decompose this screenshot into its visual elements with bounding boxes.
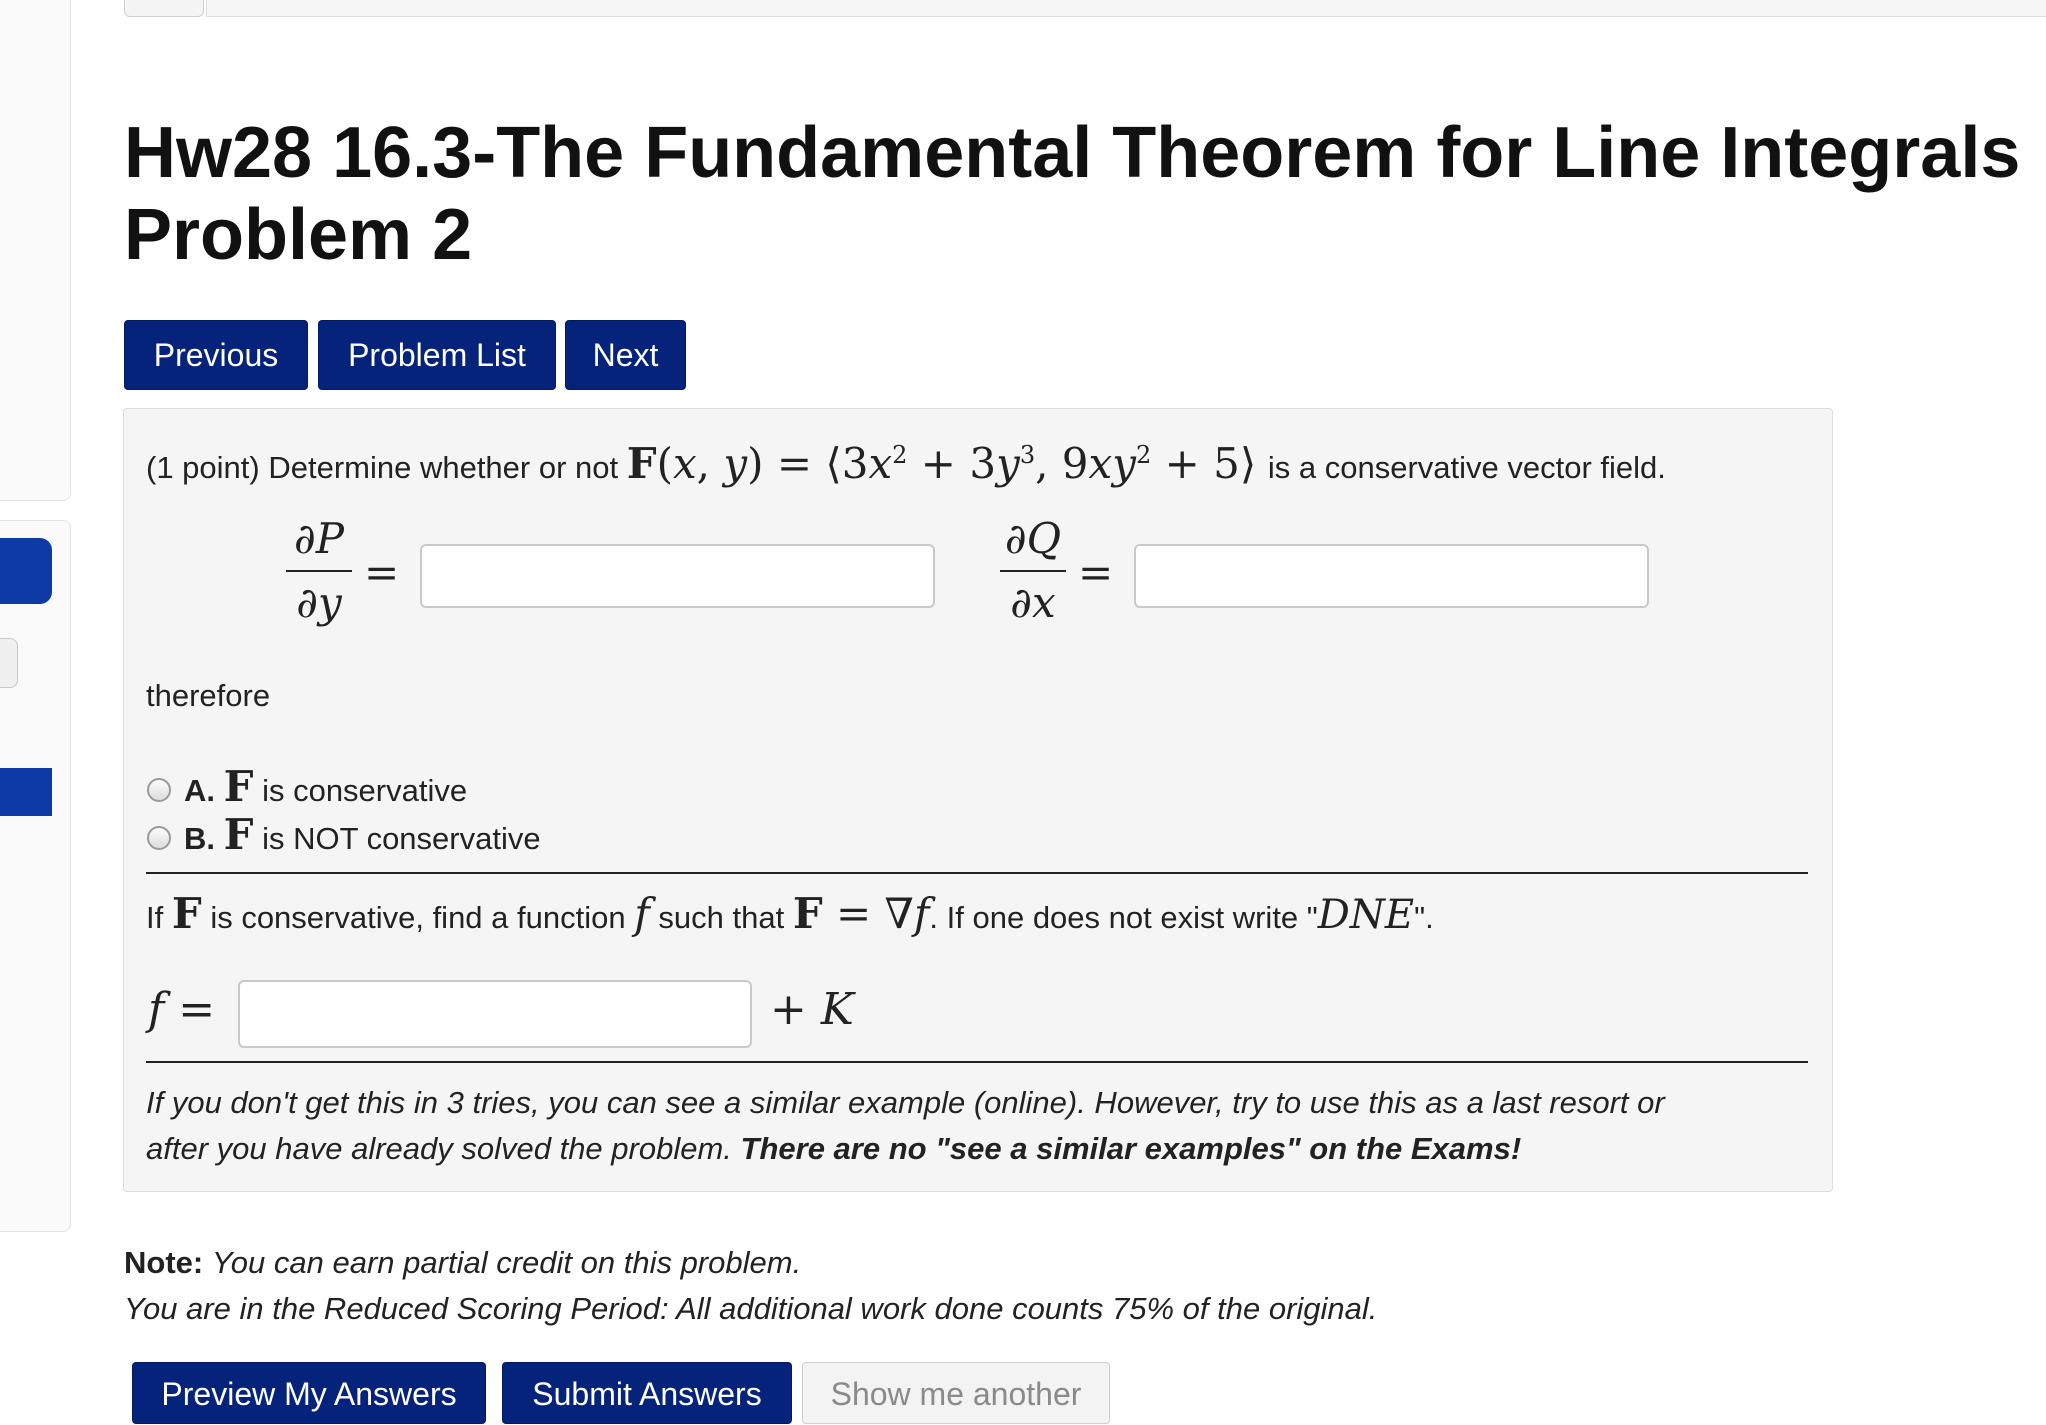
- problem-list-button[interactable]: Problem List: [318, 320, 556, 390]
- part2-prefix: If: [146, 900, 164, 935]
- part2-prompt: If F is conservative, find a function f …: [146, 889, 1434, 938]
- problem-intro: (1 point) Determine whether or not F(x, …: [146, 432, 1666, 491]
- option-b-text: is NOT conservative: [262, 821, 541, 856]
- page-title: Hw28 16.3-The Fundamental Theorem for Li…: [124, 112, 2020, 276]
- option-b-radio[interactable]: [147, 826, 171, 850]
- option-b-label[interactable]: B. F is NOT conservative: [184, 810, 541, 864]
- preview-answers-button[interactable]: Preview My Answers: [132, 1362, 486, 1424]
- submit-answers-button[interactable]: Submit Answers: [502, 1362, 792, 1424]
- previous-button[interactable]: Previous: [124, 320, 308, 390]
- note-text: You can earn partial credit on this prob…: [211, 1245, 802, 1280]
- potential-function-input[interactable]: [238, 980, 752, 1048]
- vector-field-expression: F(x, y) = ⟨3x2 + 3y3, 9xy2 + 5⟩: [626, 439, 1257, 488]
- notes-block: Note: You can earn partial credit on thi…: [124, 1240, 1377, 1332]
- sidebar-panel-bottom: [0, 520, 71, 1232]
- partial-p-denominator: ∂y: [296, 578, 342, 627]
- therefore-text: therefore: [146, 678, 271, 713]
- equals-sign: =: [1078, 548, 1114, 597]
- top-tab-fragment[interactable]: [124, 0, 204, 17]
- hint-line1: If you don't get this in 3 tries, you ca…: [146, 1085, 1665, 1120]
- partial-p-numerator: ∂P: [294, 514, 344, 563]
- reduced-scoring-text: You are in the Reduced Scoring Period: A…: [124, 1291, 1378, 1326]
- part2-mid2: such that: [658, 900, 785, 935]
- sidebar-active-item[interactable]: [0, 768, 52, 816]
- top-bar-fragment: [206, 0, 2046, 17]
- hint-text: If you don't get this in 3 tries, you ca…: [146, 1080, 1665, 1172]
- equals-sign: =: [364, 548, 400, 597]
- hint-warning: There are no "see a similar examples" on…: [740, 1131, 1522, 1166]
- divider: [146, 872, 1808, 874]
- partial-q-numerator: ∂Q: [1004, 514, 1062, 563]
- option-a-radio[interactable]: [147, 778, 171, 802]
- show-another-button[interactable]: Show me another: [802, 1362, 1110, 1424]
- part2-suffix-a: . If one does not exist write ": [929, 900, 1318, 935]
- page-title-line2: Problem 2: [124, 195, 473, 275]
- sidebar-button-blue[interactable]: [0, 538, 52, 604]
- intro-suffix: is a conservative vector field.: [1267, 450, 1666, 485]
- partial-q-denominator: ∂x: [1010, 578, 1056, 627]
- partial-q-dx-fraction: ∂Q ∂x: [1000, 514, 1066, 628]
- f-equals-label: f =: [148, 984, 216, 1035]
- option-b-letter: B.: [184, 821, 215, 856]
- partial-p-dy-fraction: ∂P ∂y: [286, 514, 352, 628]
- option-a-text: is conservative: [262, 773, 468, 808]
- page-title-line1: Hw28 16.3-The Fundamental Theorem for Li…: [124, 113, 2021, 193]
- dp-dy-input[interactable]: [420, 544, 935, 608]
- sidebar-button-grey[interactable]: [0, 638, 18, 688]
- intro-prefix: (1 point) Determine whether or not: [146, 450, 619, 485]
- part2-mid: is conservative, find a function: [210, 900, 626, 935]
- sidebar-panel-top: [0, 0, 71, 501]
- dq-dx-input[interactable]: [1134, 544, 1649, 608]
- note-label: Note:: [124, 1245, 204, 1280]
- part2-suffix-b: ".: [1414, 900, 1434, 935]
- plus-k-constant: + K: [770, 984, 854, 1035]
- option-a-letter: A.: [184, 773, 215, 808]
- next-button[interactable]: Next: [565, 320, 686, 390]
- divider: [146, 1061, 1808, 1063]
- option-a-label[interactable]: A. F is conservative: [184, 762, 467, 816]
- hint-line2: after you have already solved the proble…: [146, 1131, 732, 1166]
